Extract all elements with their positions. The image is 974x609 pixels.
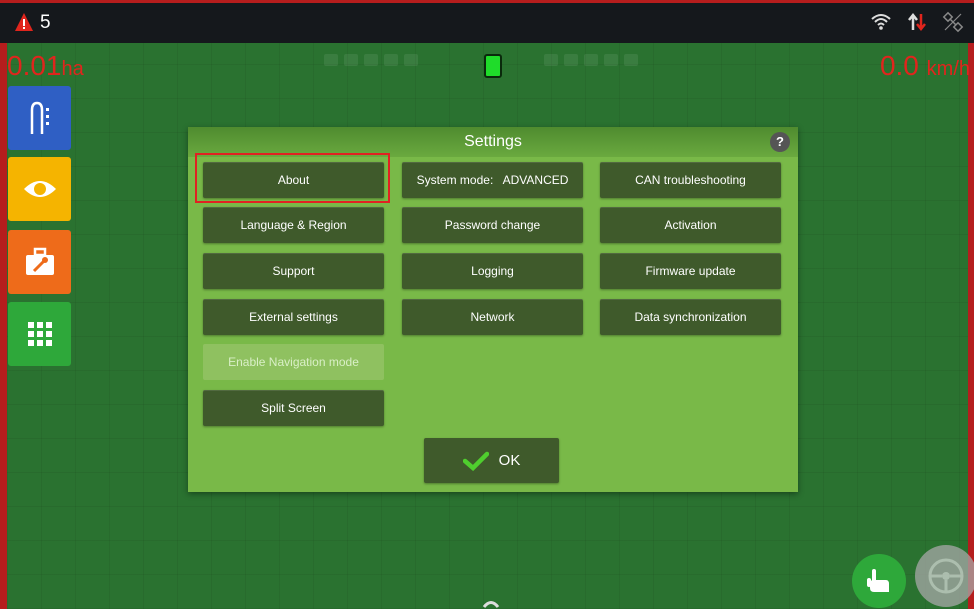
section-indicator xyxy=(324,54,338,66)
autosteer-button[interactable] xyxy=(915,545,974,607)
ok-button[interactable]: OK xyxy=(424,438,559,483)
firmware-update-button[interactable]: Firmware update xyxy=(600,253,781,289)
steering-wheel-icon xyxy=(928,558,964,594)
network-button[interactable]: Network xyxy=(402,299,583,335)
alert-count[interactable]: 5 xyxy=(40,12,51,34)
alert-frame-left xyxy=(0,0,7,609)
top-status-bar: 5 xyxy=(0,0,974,43)
toolbox-icon xyxy=(25,247,54,275)
expand-up-icon[interactable] xyxy=(482,598,500,608)
about-highlight-box xyxy=(195,153,390,203)
section-indicator xyxy=(364,54,378,66)
split-screen-button[interactable]: Split Screen xyxy=(203,390,384,426)
wifi-icon xyxy=(871,14,891,30)
guidance-button[interactable] xyxy=(8,86,71,150)
help-button[interactable]: ? xyxy=(770,132,790,152)
area-readout: 0.01ha xyxy=(7,50,84,82)
checkmark-icon xyxy=(462,451,489,471)
manual-control-button[interactable] xyxy=(852,554,906,608)
system-mode-button[interactable]: System mode: ADVANCED xyxy=(402,162,583,198)
speed-value: 0.0 xyxy=(879,50,919,81)
support-button[interactable]: Support xyxy=(203,253,384,289)
tools-button[interactable] xyxy=(8,230,71,294)
speed-readout: 0.0 km/h xyxy=(880,50,970,82)
guidance-lines-icon xyxy=(30,101,49,134)
can-troubleshooting-button[interactable]: CAN troubleshooting xyxy=(600,162,781,198)
section-indicator xyxy=(404,54,418,66)
apps-grid-icon xyxy=(27,322,52,346)
logging-button[interactable]: Logging xyxy=(402,253,583,289)
vehicle-indicator xyxy=(484,54,502,78)
data-transfer-icon xyxy=(908,12,926,32)
dialog-title: Settings xyxy=(464,133,522,150)
speed-unit: km/h xyxy=(926,58,970,80)
section-indicator xyxy=(544,54,558,66)
section-indicator xyxy=(384,54,398,66)
language-region-button[interactable]: Language & Region xyxy=(203,207,384,243)
alert-frame-right xyxy=(968,0,974,609)
ok-label: OK xyxy=(498,452,521,469)
eye-icon xyxy=(23,181,56,197)
section-indicator xyxy=(344,54,358,66)
activation-button[interactable]: Activation xyxy=(600,207,781,243)
section-indicator xyxy=(584,54,598,66)
enable-navigation-mode-button[interactable]: Enable Navigation mode xyxy=(203,344,384,380)
apps-button[interactable] xyxy=(8,302,71,366)
section-indicator xyxy=(624,54,638,66)
area-unit: ha xyxy=(61,58,84,80)
section-indicator xyxy=(564,54,578,66)
alert-triangle-icon[interactable] xyxy=(14,12,34,32)
hand-tap-icon xyxy=(867,569,889,592)
section-indicator xyxy=(604,54,618,66)
data-synchronization-button[interactable]: Data synchronization xyxy=(600,299,781,335)
satellite-off-icon xyxy=(942,11,964,33)
view-button[interactable] xyxy=(8,157,71,221)
status-icons xyxy=(870,11,964,33)
area-value: 0.01 xyxy=(7,50,62,81)
password-change-button[interactable]: Password change xyxy=(402,207,583,243)
external-settings-button[interactable]: External settings xyxy=(203,299,384,335)
